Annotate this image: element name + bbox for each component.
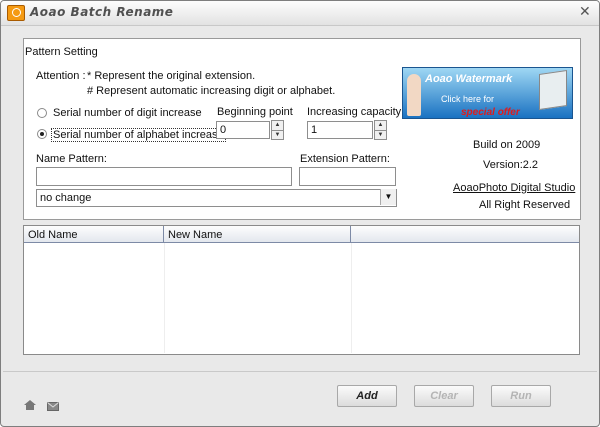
rights-info: All Right Reserved	[479, 199, 571, 211]
ad-title: Aoao Watermark	[425, 73, 513, 85]
attention-line-1: * Represent the original extension.	[87, 70, 256, 82]
pattern-group-label: Pattern Setting	[25, 46, 98, 58]
increasing-capacity-stepper[interactable]: ▲ ▼	[374, 120, 387, 140]
radio-alphabet-increase[interactable]	[37, 129, 47, 139]
ad-person-image	[407, 74, 421, 116]
extension-pattern-label: Extension Pattern:	[300, 153, 390, 165]
column-header-old-name[interactable]: Old Name	[24, 226, 164, 243]
column-header-extra[interactable]	[351, 226, 579, 243]
ad-line-2: Click here for	[441, 94, 495, 104]
attention-line-2: # Represent automatic increasing digit o…	[87, 85, 336, 97]
build-info: Build on 2009	[473, 139, 541, 151]
case-select[interactable]: no change ▼	[36, 189, 397, 207]
case-select-value: no change	[40, 192, 92, 204]
app-window: Aoao Batch Rename ✕ Pattern Setting Atte…	[0, 0, 600, 427]
add-button[interactable]: Add	[337, 385, 397, 407]
close-icon[interactable]: ✕	[579, 4, 591, 20]
name-pattern-label: Name Pattern:	[36, 153, 107, 165]
radio-digit-label[interactable]: Serial number of digit increase	[53, 107, 202, 119]
attention-label: Attention :	[36, 70, 86, 82]
app-logo-icon	[7, 5, 25, 21]
column-divider	[164, 243, 165, 353]
beginning-point-input[interactable]: 0	[216, 121, 270, 139]
title-bar: Aoao Batch Rename ✕	[1, 1, 599, 26]
watermark-ad-banner[interactable]: Aoao Watermark Click here for special of…	[402, 67, 573, 119]
file-list[interactable]: Old Name New Name	[23, 225, 580, 355]
beginning-point-label: Beginning point	[217, 106, 293, 118]
run-button[interactable]: Run	[491, 385, 551, 407]
clear-button[interactable]: Clear	[414, 385, 474, 407]
column-header-new-name[interactable]: New Name	[164, 226, 351, 243]
spin-down-icon[interactable]: ▼	[375, 130, 386, 140]
mail-icon[interactable]	[47, 402, 59, 414]
radio-digit-increase[interactable]	[37, 108, 47, 118]
ad-product-box-image	[539, 70, 567, 110]
increasing-capacity-input[interactable]: 1	[307, 121, 373, 139]
column-divider	[351, 243, 352, 353]
radio-alphabet-label[interactable]: Serial number of alphabet increase	[51, 128, 226, 142]
beginning-point-stepper[interactable]: ▲ ▼	[271, 120, 284, 140]
ad-special-offer: special offer	[461, 107, 520, 118]
version-info: Version:2.2	[483, 159, 539, 171]
extension-pattern-input[interactable]	[299, 167, 396, 186]
home-icon[interactable]	[23, 399, 37, 414]
footer-divider	[3, 371, 597, 372]
window-title: Aoao Batch Rename	[30, 5, 174, 19]
spin-up-icon[interactable]: ▲	[375, 121, 386, 130]
increasing-capacity-label: Increasing capacity	[307, 106, 402, 118]
spin-up-icon[interactable]: ▲	[272, 121, 283, 130]
spin-down-icon[interactable]: ▼	[272, 130, 283, 140]
studio-link[interactable]: AoaoPhoto Digital Studio	[453, 182, 575, 194]
name-pattern-input[interactable]	[36, 167, 292, 186]
chevron-down-icon[interactable]: ▼	[380, 189, 396, 205]
